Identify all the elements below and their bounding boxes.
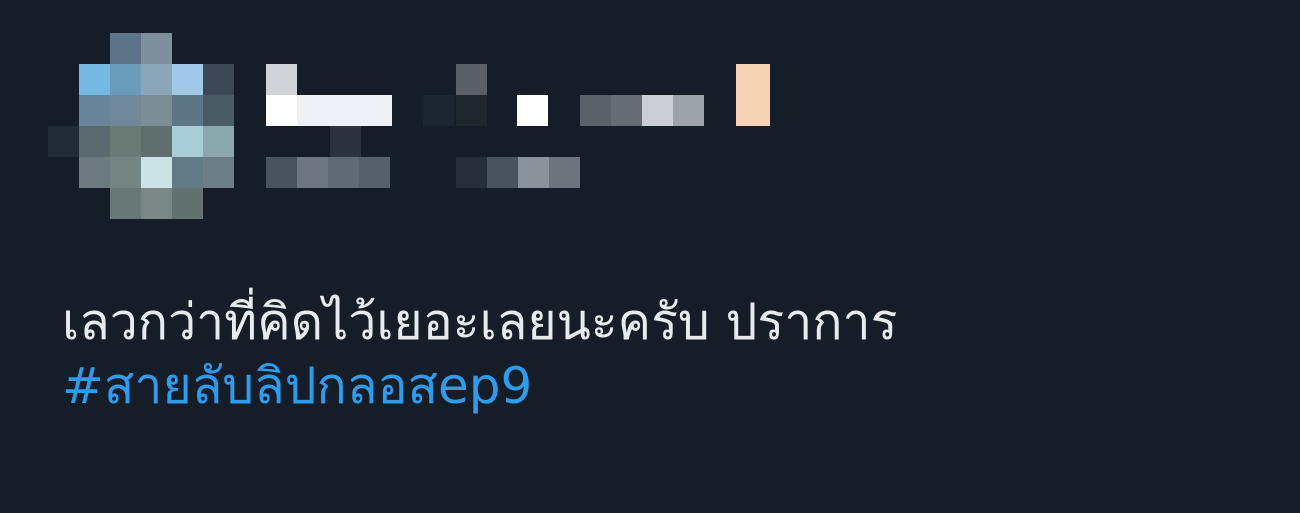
hashtag-link[interactable]: #สายลับลิปกลอสep9 xyxy=(62,356,1262,416)
avatar-pixelated-image xyxy=(48,33,234,219)
name-redaction-pixels xyxy=(266,64,770,188)
tweet-body: เลวกว่าที่คิดไว้เยอะเลยนะครับ ปราการ #สา… xyxy=(62,292,1262,416)
avatar[interactable] xyxy=(48,33,236,221)
tweet-card: เลวกว่าที่คิดไว้เยอะเลยนะครับ ปราการ #สา… xyxy=(0,0,1300,513)
tweet-text: เลวกว่าที่คิดไว้เยอะเลยนะครับ ปราการ xyxy=(62,293,898,351)
user-name-pixelated[interactable] xyxy=(266,64,786,194)
